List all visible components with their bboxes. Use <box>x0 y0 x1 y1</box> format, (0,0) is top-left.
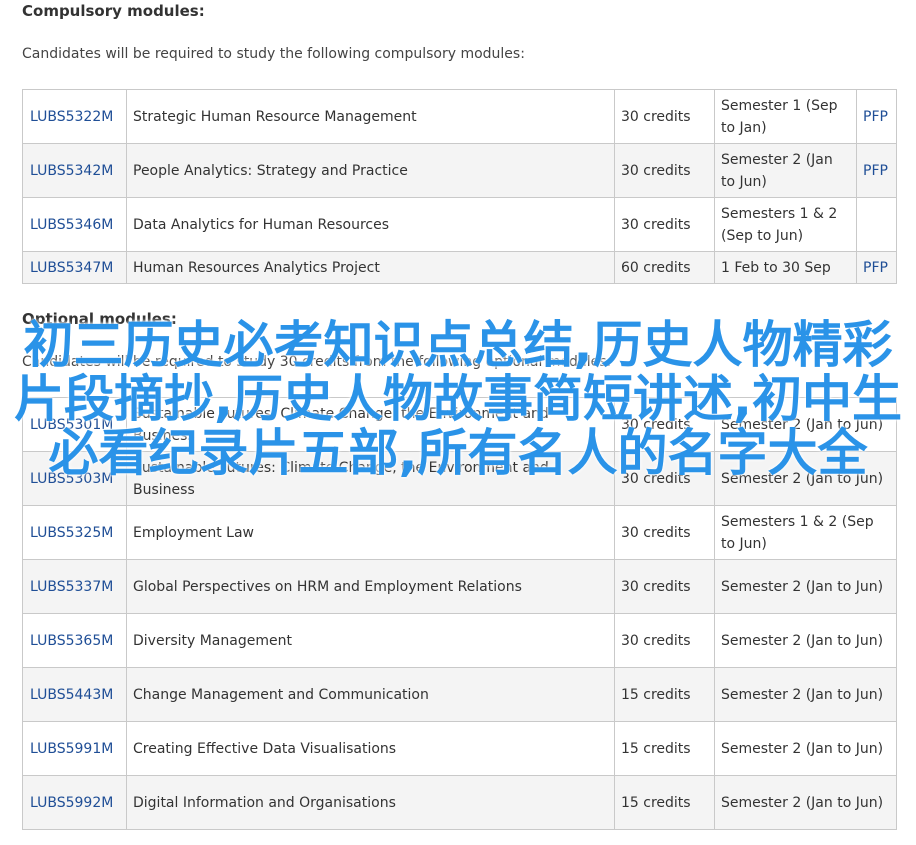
module-semester: Semester 2 (Jan to Jun) <box>714 721 897 776</box>
module-credits: 15 credits <box>614 775 715 830</box>
pfp-link[interactable]: PFP <box>863 109 888 125</box>
module-title: Employment Law <box>126 505 615 560</box>
module-semester: 1 Feb to 30 Sep <box>714 251 857 284</box>
table-row: LUBS5337M Global Perspectives on HRM and … <box>22 559 897 614</box>
module-title: Digital Information and Organisations <box>126 775 615 830</box>
module-semester: Semester 2 (Jan to Jun) <box>714 613 897 668</box>
table-row: LUBS5365M Diversity Management 30 credits S… <box>22 613 897 668</box>
module-credits: 30 credits <box>614 613 715 668</box>
module-title: Global Perspectives on HRM and Employmen… <box>126 559 615 614</box>
module-credits: 60 credits <box>614 251 715 284</box>
module-semester: Semester 2 (Jan to Jun) <box>714 559 897 614</box>
module-title: Strategic Human Resource Management <box>126 89 615 144</box>
compulsory-intro: Candidates will be required to study the… <box>22 46 525 62</box>
module-code-cell: LUBS5346M <box>22 197 127 252</box>
module-semester: Semesters 1 & 2 (Sep to Jun) <box>714 505 897 560</box>
module-semester: Semester 2 (Jan to Jun) <box>714 667 897 722</box>
table-row: LUBS5346M Data Analytics for Human Resour… <box>22 197 897 252</box>
module-code-link[interactable]: LUBS5443M <box>30 687 113 703</box>
table-row: LUBS5347M Human Resources Analytics Proje… <box>22 251 897 284</box>
pfp-cell: PFP <box>856 251 897 284</box>
module-title: Creating Effective Data Visualisations <box>126 721 615 776</box>
module-semester: Semester 1 (Sep to Jan) <box>714 89 857 144</box>
module-code-link[interactable]: LUBS5342M <box>30 163 113 179</box>
module-credits: 30 credits <box>614 505 715 560</box>
table-row: LUBS5443M Change Management and Communica… <box>22 667 897 722</box>
pfp-cell: PFP <box>856 143 897 198</box>
module-code-cell: LUBS5342M <box>22 143 127 198</box>
module-semester: Semesters 1 & 2 (Sep to Jun) <box>714 197 857 252</box>
module-code-cell: LUBS5991M <box>22 721 127 776</box>
module-credits: 30 credits <box>614 197 715 252</box>
module-code-link[interactable]: LUBS5992M <box>30 795 113 811</box>
module-code-link[interactable]: LUBS5337M <box>30 579 113 595</box>
table-row: LUBS5991M Creating Effective Data Visuali… <box>22 721 897 776</box>
pfp-cell <box>856 197 897 252</box>
pfp-cell: PFP <box>856 89 897 144</box>
module-title: Human Resources Analytics Project <box>126 251 615 284</box>
module-code-cell: LUBS5325M <box>22 505 127 560</box>
compulsory-heading: Compulsory modules: <box>22 2 205 20</box>
module-title: Data Analytics for Human Resources <box>126 197 615 252</box>
module-code-link[interactable]: LUBS5346M <box>30 217 113 233</box>
module-credits: 15 credits <box>614 667 715 722</box>
module-code-link[interactable]: LUBS5991M <box>30 741 113 757</box>
module-code-link[interactable]: LUBS5347M <box>30 260 113 276</box>
module-credits: 30 credits <box>614 559 715 614</box>
overlay-banner-text: 初三历史必考知识点总结,历史人物精彩片段摘抄,历史人物故事简短讲述,初中生必看纪… <box>14 316 902 482</box>
module-semester: Semester 2 (Jan to Jun) <box>714 775 897 830</box>
module-code-link[interactable]: LUBS5325M <box>30 525 113 541</box>
module-title: People Analytics: Strategy and Practice <box>126 143 615 198</box>
module-code-cell: LUBS5365M <box>22 613 127 668</box>
module-credits: 30 credits <box>614 143 715 198</box>
module-credits: 30 credits <box>614 89 715 144</box>
module-semester: Semester 2 (Jan to Jun) <box>714 143 857 198</box>
compulsory-modules-table: LUBS5322M Strategic Human Resource Manage… <box>22 89 897 284</box>
module-code-cell: LUBS5347M <box>22 251 127 284</box>
module-credits: 15 credits <box>614 721 715 776</box>
module-title: Change Management and Communication <box>126 667 615 722</box>
module-code-cell: LUBS5443M <box>22 667 127 722</box>
module-code-link[interactable]: LUBS5322M <box>30 109 113 125</box>
module-code-cell: LUBS5337M <box>22 559 127 614</box>
pfp-link[interactable]: PFP <box>863 260 888 276</box>
module-code-cell: LUBS5322M <box>22 89 127 144</box>
module-title: Diversity Management <box>126 613 615 668</box>
table-row: LUBS5342M People Analytics: Strategy and … <box>22 143 897 198</box>
table-row: LUBS5325M Employment Law 30 credits Semeste… <box>22 505 897 560</box>
table-row: LUBS5322M Strategic Human Resource Manage… <box>22 89 897 144</box>
table-row: LUBS5992M Digital Information and Organis… <box>22 775 897 830</box>
module-code-link[interactable]: LUBS5365M <box>30 633 113 649</box>
pfp-link[interactable]: PFP <box>863 163 888 179</box>
module-code-cell: LUBS5992M <box>22 775 127 830</box>
